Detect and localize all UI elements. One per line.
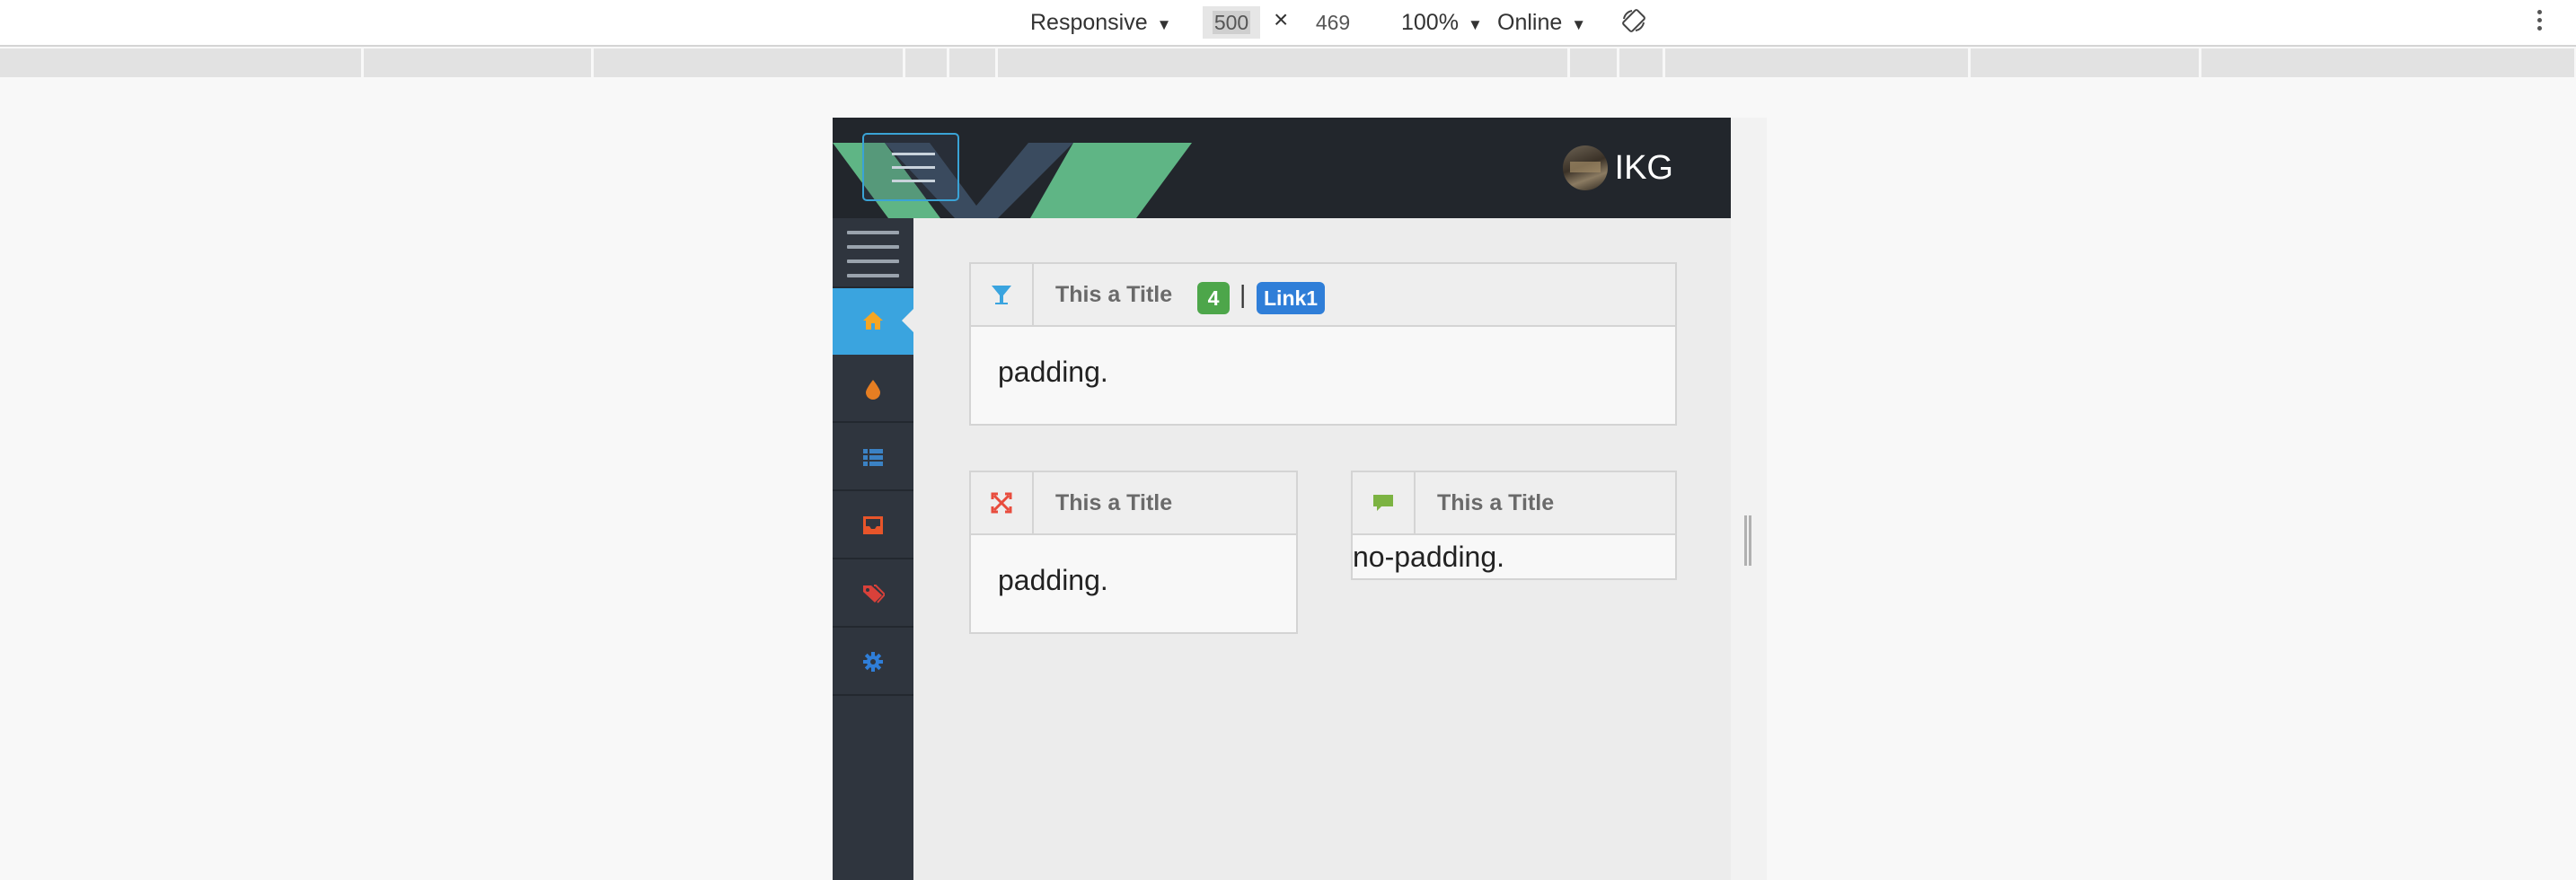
panel-bottom-left: This a Title padding. bbox=[969, 471, 1298, 634]
sidebar-item-home[interactable] bbox=[833, 288, 914, 355]
user-menu[interactable]: IKG bbox=[1562, 145, 1673, 191]
cocktail-icon bbox=[992, 286, 1011, 304]
caret-down-icon: ▼ bbox=[1571, 16, 1587, 33]
height-input[interactable]: 469 bbox=[1304, 6, 1362, 39]
device-select[interactable]: Responsive ▼ bbox=[1030, 7, 1171, 38]
gear-icon bbox=[863, 652, 883, 672]
sidebar-toggle-button[interactable] bbox=[833, 218, 913, 288]
sidebar-item-inbox[interactable] bbox=[833, 493, 913, 559]
times-icon: × bbox=[1274, 5, 1289, 33]
height-value: 469 bbox=[1315, 11, 1351, 34]
sidebar-item-list[interactable] bbox=[833, 425, 913, 491]
panel-header: This a Title bbox=[971, 472, 1296, 535]
panel-header: This a Title 4 | Link1 bbox=[971, 264, 1675, 327]
sidebar-item-drop[interactable] bbox=[833, 356, 913, 423]
count-badge: 4 bbox=[1197, 282, 1230, 314]
app-navbar: IKG bbox=[833, 118, 1731, 218]
media-query-divider bbox=[361, 48, 364, 77]
panel-bottom-right: This a Title no-padding. bbox=[1351, 471, 1677, 580]
panel-title: This a Title bbox=[1055, 490, 1173, 515]
viewport-resize-handle[interactable] bbox=[1742, 515, 1753, 566]
media-query-bar[interactable] bbox=[0, 48, 2574, 77]
media-query-divider bbox=[2199, 48, 2201, 77]
panel-body-text: padding. bbox=[998, 564, 1108, 596]
menu-toggle-button[interactable] bbox=[862, 133, 959, 201]
panel-icon-box bbox=[971, 472, 1034, 533]
zoom-select[interactable]: 100% ▼ bbox=[1401, 7, 1483, 38]
panel-icon-box bbox=[971, 264, 1034, 325]
badge-separator: | bbox=[1239, 280, 1247, 308]
device-select-label: Responsive bbox=[1030, 10, 1148, 35]
panel-body-text: padding. bbox=[998, 356, 1108, 388]
media-query-divider bbox=[903, 48, 905, 77]
sidebar-item-settings[interactable] bbox=[833, 629, 913, 696]
media-query-divider bbox=[591, 48, 594, 77]
drop-icon bbox=[866, 380, 880, 400]
comment-icon bbox=[1373, 495, 1393, 511]
panel-title: This a Title bbox=[1055, 282, 1173, 307]
inbox-icon bbox=[863, 516, 883, 534]
media-query-divider bbox=[1968, 48, 1971, 77]
caret-down-icon: ▼ bbox=[1156, 16, 1172, 33]
viewport-gutter bbox=[1731, 118, 1767, 880]
sidebar-item-tags[interactable] bbox=[833, 561, 913, 628]
panel-top: This a Title 4 | Link1 padding. bbox=[969, 262, 1677, 426]
panel-icon-box bbox=[1353, 472, 1416, 533]
network-select-label: Online bbox=[1497, 10, 1563, 35]
media-query-divider bbox=[1663, 48, 1665, 77]
caret-down-icon: ▼ bbox=[1467, 16, 1483, 33]
media-query-divider bbox=[1617, 48, 1619, 77]
avatar bbox=[1562, 145, 1608, 190]
media-query-divider bbox=[947, 48, 949, 77]
link1-badge[interactable]: Link1 bbox=[1257, 282, 1326, 314]
tags-icon bbox=[863, 585, 885, 603]
media-query-divider bbox=[1567, 48, 1570, 77]
sidebar bbox=[833, 218, 914, 880]
media-query-divider bbox=[995, 48, 998, 77]
expand-icon bbox=[991, 492, 1012, 514]
emulated-viewport: IKG This a Title 4 | Link1 padding. This… bbox=[833, 118, 1731, 880]
width-value: 500 bbox=[1212, 11, 1251, 34]
devtools-device-toolbar: Responsive ▼ 500 × 469 100% ▼ Online ▼ bbox=[0, 0, 2576, 47]
panel-header: This a Title bbox=[1353, 472, 1675, 535]
user-name: IKG bbox=[1614, 149, 1673, 187]
panel-title: This a Title bbox=[1437, 490, 1555, 515]
more-options-icon[interactable] bbox=[2535, 7, 2544, 38]
rotate-icon[interactable] bbox=[1620, 7, 1647, 34]
panel-body-text: no-padding. bbox=[1353, 541, 1505, 573]
home-icon bbox=[863, 312, 883, 330]
width-input[interactable]: 500 bbox=[1203, 6, 1260, 39]
zoom-select-label: 100% bbox=[1401, 10, 1459, 35]
list-icon bbox=[863, 449, 883, 466]
network-select[interactable]: Online ▼ bbox=[1497, 7, 1586, 38]
